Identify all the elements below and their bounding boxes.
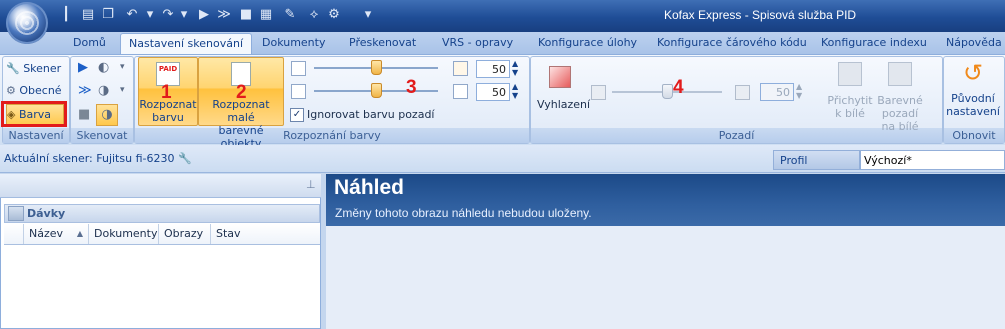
tab-vrs-opravy[interactable]: VRS - opravy xyxy=(442,33,513,54)
current-scanner-text: Aktuální skener: Fujitsu fi-6230 xyxy=(4,152,175,165)
edit-icon[interactable]: ✎ xyxy=(282,7,298,23)
profile-label: Profil skenování xyxy=(773,150,860,187)
scan-continuous-ribbon-icon[interactable]: ≫ xyxy=(78,83,92,98)
settings-icon[interactable]: ⚙ xyxy=(326,7,342,23)
annotation-3: 3 xyxy=(406,77,417,98)
obecne-label: Obecné xyxy=(19,84,62,97)
smooth-label[interactable]: Vyhlazení xyxy=(537,98,590,111)
tab-napoveda[interactable]: Nápověda xyxy=(946,33,1002,54)
reset-icon: ↺ xyxy=(962,59,984,87)
batches-header: Dávky xyxy=(4,204,320,223)
column-nazev-label: Název xyxy=(29,227,64,240)
sort-ascending-icon: ▲ xyxy=(76,229,83,238)
tab-domu[interactable]: Domů xyxy=(73,33,106,54)
batches-grid-header: Název ▲ Dokumenty Obrazy Stav xyxy=(4,224,320,245)
general-icon: ⚙ xyxy=(6,84,16,97)
scan-continuous-icon[interactable]: ≫ xyxy=(216,7,232,23)
side-icon[interactable]: ◑ xyxy=(98,83,109,98)
pin-icon[interactable]: ⊥ xyxy=(306,178,316,191)
color-bg-white-button[interactable]: Barevné pozadí na bílé xyxy=(858,62,942,133)
reset-label-2: nastavení xyxy=(946,105,1000,118)
smooth-spinner-icon[interactable]: ▲ ▼ xyxy=(796,82,802,100)
preview-title: Náhled xyxy=(334,176,405,199)
export-icon[interactable]: ⟡ xyxy=(306,7,322,23)
smooth-slider-thumb[interactable] xyxy=(662,84,673,99)
duplex-dropdown-icon[interactable]: ▾ xyxy=(120,62,125,72)
smooth-icon xyxy=(549,66,571,88)
obecne-button[interactable]: ⚙ Obecné xyxy=(6,81,62,101)
new-doc-icon[interactable]: ▤ xyxy=(80,7,96,23)
current-scanner-label: Aktuální skener: Fujitsu fi-6230 🔧 xyxy=(4,152,192,165)
column-dokumenty[interactable]: Dokumenty xyxy=(89,224,159,244)
skener-button[interactable]: 🔧 Skener xyxy=(6,59,61,79)
profile-input[interactable]: Výchozí* xyxy=(860,150,1005,170)
batch-stack-icon xyxy=(8,206,24,221)
application-menu-button[interactable] xyxy=(6,2,48,44)
stop-scan-icon[interactable]: ■ xyxy=(78,107,90,122)
group-label: Rozpoznání barvy xyxy=(135,128,529,143)
qat-customize-icon[interactable]: ▾ xyxy=(360,7,376,23)
redo-dropdown-icon[interactable]: ▾ xyxy=(176,7,192,23)
group-label: Skenovat xyxy=(71,128,133,143)
group-label: Obnovit xyxy=(944,128,1004,143)
skener-label: Skener xyxy=(23,62,62,75)
reset-defaults-button[interactable]: ↺ Původní nastavení xyxy=(945,60,1001,118)
column-obrazy[interactable]: Obrazy xyxy=(159,224,211,244)
batches-title: Dávky xyxy=(27,207,66,220)
slider-1-thumb[interactable] xyxy=(371,60,382,75)
batch-icon[interactable]: ▦ xyxy=(258,7,274,23)
stop-icon[interactable]: ■ xyxy=(238,7,254,23)
scanner-settings-icon[interactable]: 🔧 xyxy=(178,152,192,165)
orb-logo-icon xyxy=(15,11,39,35)
annotation-1: 1 xyxy=(161,82,172,103)
scan-single-icon[interactable]: ▶ xyxy=(78,60,88,75)
batches-panel-header xyxy=(0,174,321,198)
duplex-icon[interactable]: ◐ xyxy=(98,60,109,75)
tab-nastaveni-skenovani[interactable]: Nastavení skenování xyxy=(120,33,253,56)
checkmark-icon: ✓ xyxy=(292,109,302,120)
slider-2-thumb[interactable] xyxy=(371,83,382,98)
low-color-icon xyxy=(291,61,306,76)
preview-subtitle: Změny tohoto obrazu náhledu nebudou ulož… xyxy=(335,206,592,220)
copy-icon[interactable]: ❐ xyxy=(100,7,116,23)
side-dropdown-icon[interactable]: ▾ xyxy=(120,85,125,95)
tab-konfigurace-indexu[interactable]: Konfigurace indexu xyxy=(821,33,927,54)
tab-konfigurace-ulohy[interactable]: Konfigurace úlohy xyxy=(538,33,637,54)
color-bg-label-2: na bílé xyxy=(881,120,919,133)
smooth-low-icon xyxy=(591,85,606,100)
value-2-spinner-icon[interactable]: ▲ ▼ xyxy=(512,82,518,100)
scanner-icon: 🔧 xyxy=(6,62,20,75)
value-1-spinner-icon[interactable]: ▲ ▼ xyxy=(512,59,518,77)
undo-dropdown-icon[interactable]: ▾ xyxy=(142,7,158,23)
column-nazev[interactable]: Název ▲ xyxy=(24,224,89,244)
undo-icon[interactable]: ↶ xyxy=(124,7,140,23)
smooth-value-input[interactable]: 50 xyxy=(760,83,794,101)
color-bg-label-1: Barevné pozadí xyxy=(877,94,923,120)
high-color-icon xyxy=(453,61,468,76)
window-title: Kofax Express - Spisová služba PID xyxy=(664,8,857,22)
highlight-box xyxy=(1,101,67,127)
group-label: Nastavení xyxy=(3,128,69,143)
column-stav[interactable]: Stav xyxy=(211,224,320,244)
ignore-bg-checkbox[interactable]: ✓ xyxy=(290,108,304,122)
qat-sep-icon: ┃ xyxy=(62,7,70,22)
ignore-bg-label: Ignorovat barvu pozadí xyxy=(307,108,435,121)
low-size-icon xyxy=(291,84,306,99)
annotation-2: 2 xyxy=(236,82,247,103)
grid-select-column[interactable] xyxy=(4,224,24,244)
value-1-input[interactable]: 50 xyxy=(476,60,510,78)
tab-preskenovat[interactable]: Přeskenovat xyxy=(349,33,416,54)
scan-icon[interactable]: ▶ xyxy=(196,7,212,23)
high-size-icon xyxy=(453,84,468,99)
value-2-input[interactable]: 50 xyxy=(476,83,510,101)
tab-konfigurace-caroveho-kodu[interactable]: Konfigurace čárového kódu xyxy=(657,33,807,54)
brightness-icon[interactable]: ◑ xyxy=(96,104,118,126)
tab-dokumenty[interactable]: Dokumenty xyxy=(262,33,325,54)
smooth-high-icon xyxy=(735,85,750,100)
redo-icon[interactable]: ↷ xyxy=(160,7,176,23)
color-bg-icon xyxy=(888,62,912,86)
annotation-4: 4 xyxy=(673,77,684,98)
reset-label-1: Původní xyxy=(951,92,995,105)
rozpoznat-barvu-label-2: barvu xyxy=(152,111,184,124)
